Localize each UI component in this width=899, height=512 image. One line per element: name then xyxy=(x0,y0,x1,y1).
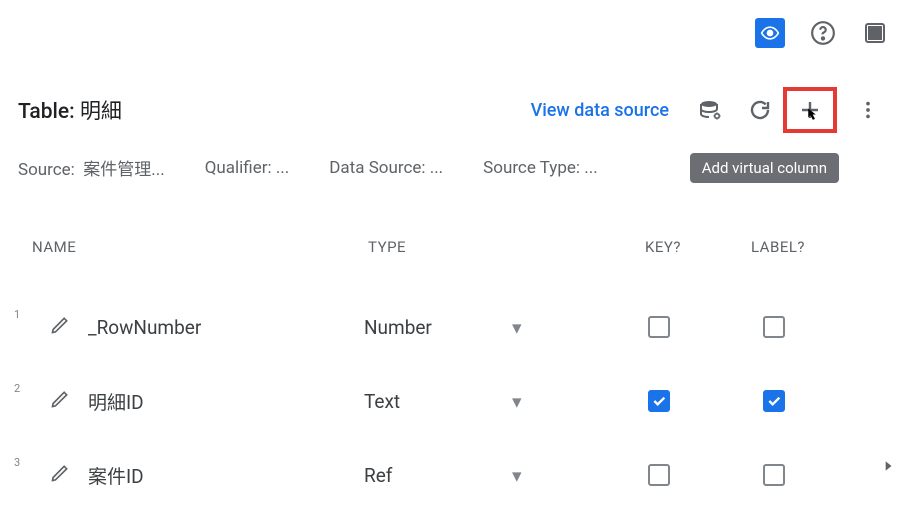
row-number: 1 xyxy=(14,308,32,321)
data-settings-icon[interactable] xyxy=(697,97,723,123)
table-name: 明細 xyxy=(80,100,122,124)
add-column-button[interactable] xyxy=(797,97,823,123)
sourcetype-label: Source Type: xyxy=(483,158,580,178)
edit-row-icon[interactable] xyxy=(50,463,70,487)
label-checkbox[interactable] xyxy=(763,316,785,338)
chevron-down-icon: ▾ xyxy=(512,390,522,413)
grid-panel-icon[interactable] xyxy=(861,19,889,47)
table-row: 1 _RowNumber Number ▾ xyxy=(18,290,881,364)
column-header-key: KEY? xyxy=(608,238,718,256)
datasource-label: Data Source: xyxy=(329,158,425,178)
column-header-label: LABEL? xyxy=(718,238,838,256)
add-column-highlight-box xyxy=(783,87,837,133)
qualifier-value: ... xyxy=(276,158,289,178)
add-virtual-column-tooltip: Add virtual column xyxy=(690,153,839,183)
view-data-source-link[interactable]: View data source xyxy=(531,100,669,121)
column-header-name: NAME xyxy=(18,238,368,256)
qualifier-label: Qualifier: xyxy=(205,158,272,178)
label-checkbox[interactable] xyxy=(763,390,785,412)
chevron-down-icon: ▾ xyxy=(512,316,522,339)
column-name: 案件ID xyxy=(88,462,364,489)
columns-table: 1 _RowNumber Number ▾ 2 明細ID Text ▾ 3 案件… xyxy=(18,290,881,512)
table-label: Table: xyxy=(18,100,75,124)
column-name: 明細ID xyxy=(88,388,364,415)
table-row: 3 案件ID Ref ▾ xyxy=(18,438,881,512)
column-name: _RowNumber xyxy=(88,316,364,339)
datasource-value: ... xyxy=(430,158,443,178)
key-checkbox[interactable] xyxy=(648,464,670,486)
source-value: 案件管理... xyxy=(83,160,164,180)
help-icon[interactable] xyxy=(809,19,837,47)
label-checkbox[interactable] xyxy=(763,464,785,486)
scroll-right-icon[interactable] xyxy=(881,455,895,481)
row-number: 3 xyxy=(14,456,32,469)
more-menu-icon[interactable] xyxy=(855,97,881,123)
column-header-type: TYPE xyxy=(368,238,608,256)
refresh-icon[interactable] xyxy=(747,97,773,123)
preview-icon[interactable] xyxy=(755,18,785,48)
source-label: Source: xyxy=(18,160,75,180)
key-checkbox[interactable] xyxy=(648,390,670,412)
sourcetype-value: ... xyxy=(584,158,597,178)
table-row: 2 明細ID Text ▾ xyxy=(18,364,881,438)
edit-row-icon[interactable] xyxy=(50,315,70,339)
column-type-select[interactable]: Text ▾ xyxy=(364,390,604,413)
edit-row-icon[interactable] xyxy=(50,389,70,413)
chevron-down-icon: ▾ xyxy=(512,464,522,487)
column-type-select[interactable]: Number ▾ xyxy=(364,316,604,339)
key-checkbox[interactable] xyxy=(648,316,670,338)
column-type-select[interactable]: Ref ▾ xyxy=(364,464,604,487)
row-number: 2 xyxy=(14,382,32,395)
